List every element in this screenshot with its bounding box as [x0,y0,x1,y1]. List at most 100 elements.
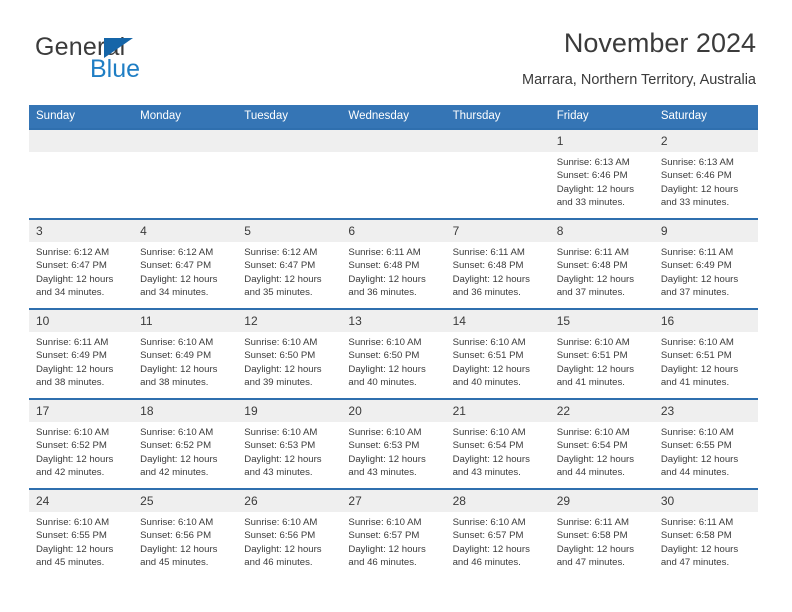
sunrise-text: Sunrise: 6:12 AM [36,247,110,258]
weekday-header-thursday: Thursday [445,105,550,129]
daylight-text-line1: Daylight: 12 hours [36,453,114,465]
daylight-text-line1: Daylight: 12 hours [660,453,739,465]
calendar-day-cell[interactable]: 14 Sunrise: 6:10 AM Sunset: 6:51 PM Dayligh… [445,308,550,399]
daylight-text-line1: Daylight: 12 hours [348,273,426,285]
calendar-day-cell[interactable]: 19 Sunrise: 6:10 AM Sunset: 6:53 PM Dayligh… [237,398,342,489]
calendar-day-cell[interactable]: 16 Sunrise: 6:10 AM Sunset: 6:51 PM Dayligh… [653,308,758,399]
calendar-day-cell[interactable]: 9 Sunrise: 6:11 AM Sunset: 6:49 PM Daylight… [653,218,758,309]
daylight-text-line1: Daylight: 12 hours [348,543,426,555]
day-details: Sunrise: 6:12 AM Sunset: 6:47 PM Daylight:… [133,242,237,300]
daylight-text-line2: and 37 minutes. [556,287,625,299]
day-number: 2 [653,131,758,152]
daylight-text-line2: and 44 minutes. [556,467,625,479]
calendar-day-cell[interactable]: 11 Sunrise: 6:10 AM Sunset: 6:49 PM Dayligh… [133,308,238,399]
daylight-text-line2: and 47 minutes. [660,557,730,569]
day-number: 22 [549,401,654,422]
calendar-day-cell[interactable]: 30 Sunrise: 6:11 AM Sunset: 6:58 PM Dayligh… [653,488,758,578]
sunrise-text: Sunrise: 6:12 AM [244,247,318,258]
day-number [445,131,550,152]
day-number: 4 [133,221,238,242]
day-details: Sunrise: 6:11 AM Sunset: 6:48 PM Daylight:… [341,242,445,300]
daylight-text-line2: and 34 minutes. [140,287,209,299]
calendar-day-cell[interactable]: 2 Sunrise: 6:13 AM Sunset: 6:46 PM Daylight… [653,128,758,219]
daylight-text-line2: and 38 minutes. [36,377,105,389]
day-number [29,131,134,152]
calendar-day-cell[interactable]: 20 Sunrise: 6:10 AM Sunset: 6:53 PM Dayligh… [341,398,446,489]
calendar-day-cell[interactable]: 25 Sunrise: 6:10 AM Sunset: 6:56 PM Dayligh… [133,488,238,578]
daylight-text-line1: Daylight: 12 hours [140,453,218,465]
sunset-text: Sunset: 6:47 PM [140,260,212,272]
calendar-day-cell[interactable]: 17 Sunrise: 6:10 AM Sunset: 6:52 PM Dayligh… [29,398,134,489]
calendar-day-cell[interactable]: 10 Sunrise: 6:11 AM Sunset: 6:49 PM Dayligh… [29,308,134,399]
sunset-text: Sunset: 6:51 PM [660,350,732,362]
day-number: 15 [549,311,654,332]
calendar-day-cell[interactable]: 6 Sunrise: 6:11 AM Sunset: 6:48 PM Daylight… [341,218,446,309]
daylight-text-line1: Daylight: 12 hours [556,273,635,285]
calendar-day-cell[interactable]: 3 Sunrise: 6:12 AM Sunset: 6:47 PM Daylight… [29,218,134,309]
day-number: 19 [237,401,342,422]
calendar-day-cell[interactable]: 22 Sunrise: 6:10 AM Sunset: 6:54 PM Dayligh… [549,398,654,489]
calendar-day-cell[interactable]: 29 Sunrise: 6:11 AM Sunset: 6:58 PM Dayligh… [549,488,654,578]
calendar-day-cell[interactable]: 12 Sunrise: 6:10 AM Sunset: 6:50 PM Dayligh… [237,308,342,399]
daylight-text-line2: and 44 minutes. [660,467,730,479]
day-details: Sunrise: 6:13 AM Sunset: 6:46 PM Daylight:… [654,152,758,210]
sunrise-text: Sunrise: 6:12 AM [140,247,214,258]
calendar-day-cell[interactable]: 21 Sunrise: 6:10 AM Sunset: 6:54 PM Dayligh… [445,398,550,489]
calendar-day-cell-empty [133,128,238,219]
daylight-text-line2: and 43 minutes. [244,467,313,479]
sunrise-text: Sunrise: 6:11 AM [36,337,109,348]
calendar-day-cell[interactable]: 23 Sunrise: 6:10 AM Sunset: 6:55 PM Dayligh… [653,398,758,489]
page-subtitle: Marrara, Northern Territory, Australia [522,72,756,88]
day-number: 25 [133,491,238,512]
sunrise-text: Sunrise: 6:10 AM [348,427,422,438]
daylight-text-line1: Daylight: 12 hours [244,453,322,465]
sunrise-text: Sunrise: 6:10 AM [452,517,526,528]
day-details: Sunrise: 6:10 AM Sunset: 6:55 PM Daylight:… [29,512,133,570]
sunset-text: Sunset: 6:48 PM [556,260,628,272]
calendar-day-cell[interactable]: 5 Sunrise: 6:12 AM Sunset: 6:47 PM Daylight… [237,218,342,309]
daylight-text-line1: Daylight: 12 hours [348,363,426,375]
calendar-body: 1 Sunrise: 6:13 AM Sunset: 6:46 PM Daylight… [29,128,758,578]
day-details: Sunrise: 6:11 AM Sunset: 6:58 PM Daylight:… [550,512,654,570]
calendar-day-cell[interactable]: 8 Sunrise: 6:11 AM Sunset: 6:48 PM Daylight… [549,218,654,309]
sunset-text: Sunset: 6:46 PM [660,170,732,182]
day-number [341,131,446,152]
calendar-day-cell[interactable]: 28 Sunrise: 6:10 AM Sunset: 6:57 PM Dayligh… [445,488,550,578]
day-details: Sunrise: 6:10 AM Sunset: 6:56 PM Daylight:… [237,512,341,570]
calendar-day-cell[interactable]: 24 Sunrise: 6:10 AM Sunset: 6:55 PM Dayligh… [29,488,134,578]
calendar-day-cell-empty [445,128,550,219]
daylight-text-line1: Daylight: 12 hours [36,543,114,555]
sunrise-text: Sunrise: 6:10 AM [556,427,630,438]
calendar-day-cell[interactable]: 26 Sunrise: 6:10 AM Sunset: 6:56 PM Dayligh… [237,488,342,578]
calendar-week-row: 3 Sunrise: 6:12 AM Sunset: 6:47 PM Daylight… [29,218,758,309]
daylight-text-line1: Daylight: 12 hours [452,273,530,285]
calendar-day-cell[interactable]: 4 Sunrise: 6:12 AM Sunset: 6:47 PM Daylight… [133,218,238,309]
sunset-text: Sunset: 6:48 PM [348,260,420,272]
sunrise-text: Sunrise: 6:13 AM [556,157,630,168]
sunrise-text: Sunrise: 6:10 AM [36,517,110,528]
calendar-day-cell[interactable]: 18 Sunrise: 6:10 AM Sunset: 6:52 PM Dayligh… [133,398,238,489]
day-details: Sunrise: 6:10 AM Sunset: 6:52 PM Daylight:… [29,422,133,480]
day-details: Sunrise: 6:12 AM Sunset: 6:47 PM Daylight:… [237,242,341,300]
daylight-text-line2: and 41 minutes. [660,377,730,389]
calendar-day-cell[interactable]: 13 Sunrise: 6:10 AM Sunset: 6:50 PM Dayligh… [341,308,446,399]
calendar-day-cell[interactable]: 1 Sunrise: 6:13 AM Sunset: 6:46 PM Daylight… [549,128,654,219]
general-blue-logo[interactable]: General Blue [35,34,215,86]
day-number: 3 [29,221,134,242]
daylight-text-line2: and 43 minutes. [452,467,521,479]
calendar-day-cell[interactable]: 27 Sunrise: 6:10 AM Sunset: 6:57 PM Dayligh… [341,488,446,578]
daylight-text-line1: Daylight: 12 hours [140,273,218,285]
sunset-text: Sunset: 6:54 PM [556,440,628,452]
daylight-text-line2: and 36 minutes. [452,287,521,299]
sunrise-text: Sunrise: 6:11 AM [556,517,630,528]
daylight-text-line1: Daylight: 12 hours [556,543,635,555]
daylight-text-line2: and 37 minutes. [660,287,730,299]
sunset-text: Sunset: 6:52 PM [36,440,107,452]
day-number: 13 [341,311,446,332]
day-details: Sunrise: 6:10 AM Sunset: 6:55 PM Daylight:… [654,422,758,480]
day-details: Sunrise: 6:10 AM Sunset: 6:51 PM Daylight:… [550,332,654,390]
calendar-day-cell[interactable]: 15 Sunrise: 6:10 AM Sunset: 6:51 PM Dayligh… [549,308,654,399]
calendar-day-cell[interactable]: 7 Sunrise: 6:11 AM Sunset: 6:48 PM Daylight… [445,218,550,309]
daylight-text-line1: Daylight: 12 hours [452,543,530,555]
day-number: 21 [445,401,550,422]
